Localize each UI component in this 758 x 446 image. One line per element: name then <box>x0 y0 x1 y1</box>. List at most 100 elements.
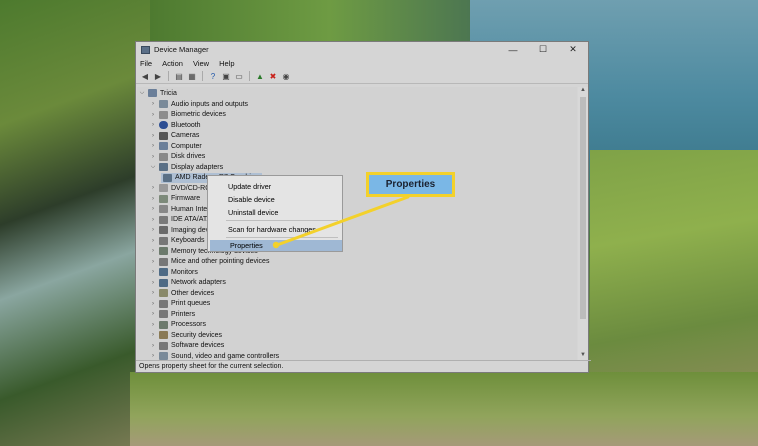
display-adapter-icon <box>163 173 172 182</box>
expand-chevron-icon[interactable]: › <box>149 343 157 349</box>
expand-chevron-icon[interactable]: › <box>149 269 157 275</box>
scrollbar-thumb[interactable] <box>580 97 586 319</box>
window-title: Device Manager <box>154 45 209 54</box>
close-button[interactable]: ✕ <box>558 42 588 57</box>
properties-callout: Properties <box>366 172 455 197</box>
tree-item-bluetooth[interactable]: › Bluetooth <box>149 120 201 130</box>
resources-icon[interactable]: ▣ <box>221 71 231 81</box>
menu-item-uninstall-device[interactable]: Uninstall device <box>208 207 342 218</box>
toolbar-separator <box>249 71 250 81</box>
show-hide-tree-icon[interactable]: ▤ <box>174 71 184 81</box>
vertical-scrollbar[interactable]: ▲ ▼ <box>578 87 588 361</box>
expand-chevron-icon[interactable]: › <box>149 206 157 212</box>
help-icon[interactable]: ? <box>208 71 218 81</box>
tree-item-cameras[interactable]: › Cameras <box>149 131 199 141</box>
expand-chevron-icon[interactable]: › <box>149 322 157 328</box>
expand-chevron-icon[interactable]: › <box>149 101 157 107</box>
status-bar: Opens property sheet for the current sel… <box>136 360 591 372</box>
keyboard-icon <box>159 236 168 245</box>
processor-icon <box>159 320 168 329</box>
monitor-icon[interactable]: ▭ <box>234 71 244 81</box>
tree-item-firmware[interactable]: › Firmware <box>149 194 200 204</box>
expand-chevron-icon[interactable]: › <box>149 133 157 139</box>
tree-item-computer[interactable]: › Computer <box>149 141 202 151</box>
properties-toolbar-icon[interactable]: ▦ <box>187 71 197 81</box>
tree-item-print-queues[interactable]: › Print queues <box>149 299 210 309</box>
scan-download-icon[interactable]: ◉ <box>281 71 291 81</box>
biometric-icon <box>159 110 168 119</box>
speaker-icon <box>159 100 168 108</box>
tree-item-monitors[interactable]: › Monitors <box>149 267 198 277</box>
device-tree: ⌵ Tricia › Audio inputs and outputs › Biom… <box>137 87 577 361</box>
expand-chevron-icon[interactable]: › <box>149 185 157 191</box>
ide-controller-icon <box>159 215 168 224</box>
tree-root[interactable]: ⌵ Tricia <box>138 88 177 98</box>
tree-item-printers[interactable]: › Printers <box>149 309 195 319</box>
expand-chevron-icon[interactable]: › <box>149 353 157 359</box>
expand-chevron-icon[interactable]: › <box>149 227 157 233</box>
menu-item-disable-device[interactable]: Disable device <box>208 194 342 205</box>
tree-item-processors[interactable]: › Processors <box>149 320 206 330</box>
menu-action[interactable]: Action <box>162 59 183 68</box>
menu-view[interactable]: View <box>193 59 209 68</box>
tree-item-software[interactable]: › Software devices <box>149 341 224 351</box>
back-arrow-icon[interactable]: ◀ <box>140 71 150 81</box>
expand-chevron-icon[interactable]: › <box>149 217 157 223</box>
title-bar[interactable]: Device Manager — ☐ ✕ <box>136 42 588 57</box>
tree-item-audio[interactable]: › Audio inputs and outputs <box>149 99 248 109</box>
expand-chevron-icon[interactable]: › <box>149 259 157 265</box>
add-driver-icon[interactable]: ▲ <box>255 71 265 81</box>
software-device-icon <box>159 341 168 350</box>
collapse-chevron-icon[interactable]: ⌵ <box>149 164 157 171</box>
menu-file[interactable]: File <box>140 59 152 68</box>
speaker-icon <box>159 352 168 360</box>
toolbar: ◀ ▶ ▤ ▦ ? ▣ ▭ ▲ ✖ ◉ <box>136 69 588 84</box>
uninstall-x-icon[interactable]: ✖ <box>268 71 278 81</box>
scroll-up-arrow-icon[interactable]: ▲ <box>578 87 588 96</box>
expand-chevron-icon[interactable]: › <box>149 332 157 338</box>
expand-chevron-icon[interactable]: › <box>149 112 157 118</box>
tree-item-display[interactable]: ⌵ Display adapters <box>149 162 223 172</box>
menu-bar: File Action View Help <box>136 57 588 69</box>
minimize-button[interactable]: — <box>498 42 528 57</box>
collapse-chevron-icon[interactable]: ⌵ <box>138 90 146 97</box>
menu-help[interactable]: Help <box>219 59 234 68</box>
computer-icon <box>159 142 168 150</box>
device-manager-window: Device Manager — ☐ ✕ File Action View He… <box>135 41 591 373</box>
disk-drive-icon <box>159 152 168 161</box>
context-menu: Update driver Disable device Uninstall d… <box>207 175 343 252</box>
tree-item-disk[interactable]: › Disk drives <box>149 152 205 162</box>
expand-chevron-icon[interactable]: › <box>149 154 157 160</box>
tree-item-security[interactable]: › Security devices <box>149 330 222 340</box>
mouse-icon <box>159 257 168 266</box>
tree-item-network[interactable]: › Network adapters <box>149 278 226 288</box>
menu-item-properties[interactable]: Properties <box>210 240 342 251</box>
expand-chevron-icon[interactable]: › <box>149 122 157 128</box>
dvd-icon <box>159 184 168 192</box>
expand-chevron-icon[interactable]: › <box>149 311 157 317</box>
menu-item-scan-hardware[interactable]: Scan for hardware changes <box>208 224 342 235</box>
expand-chevron-icon[interactable]: › <box>149 301 157 307</box>
expand-chevron-icon[interactable]: › <box>149 238 157 244</box>
display-adapter-icon <box>159 163 168 171</box>
expand-chevron-icon[interactable]: › <box>149 196 157 202</box>
expand-chevron-icon[interactable]: › <box>149 290 157 296</box>
tree-item-keyboards[interactable]: › Keyboards <box>149 236 204 246</box>
bluetooth-icon <box>159 121 168 129</box>
maximize-button[interactable]: ☐ <box>528 42 558 57</box>
printer-icon <box>159 310 168 318</box>
tree-item-biometric[interactable]: › Biometric devices <box>149 110 226 120</box>
memory-icon <box>159 247 168 255</box>
background-cliff <box>0 0 150 446</box>
toolbar-separator <box>202 71 203 81</box>
security-device-icon <box>159 331 168 339</box>
expand-chevron-icon[interactable]: › <box>149 143 157 149</box>
menu-item-update-driver[interactable]: Update driver <box>208 181 342 192</box>
tree-item-mice[interactable]: › Mice and other pointing devices <box>149 257 269 267</box>
other-device-icon <box>159 289 168 297</box>
tree-item-other[interactable]: › Other devices <box>149 288 214 298</box>
forward-arrow-icon[interactable]: ▶ <box>153 71 163 81</box>
expand-chevron-icon[interactable]: › <box>149 280 157 286</box>
expand-chevron-icon[interactable]: › <box>149 248 157 254</box>
background-path <box>130 372 758 446</box>
